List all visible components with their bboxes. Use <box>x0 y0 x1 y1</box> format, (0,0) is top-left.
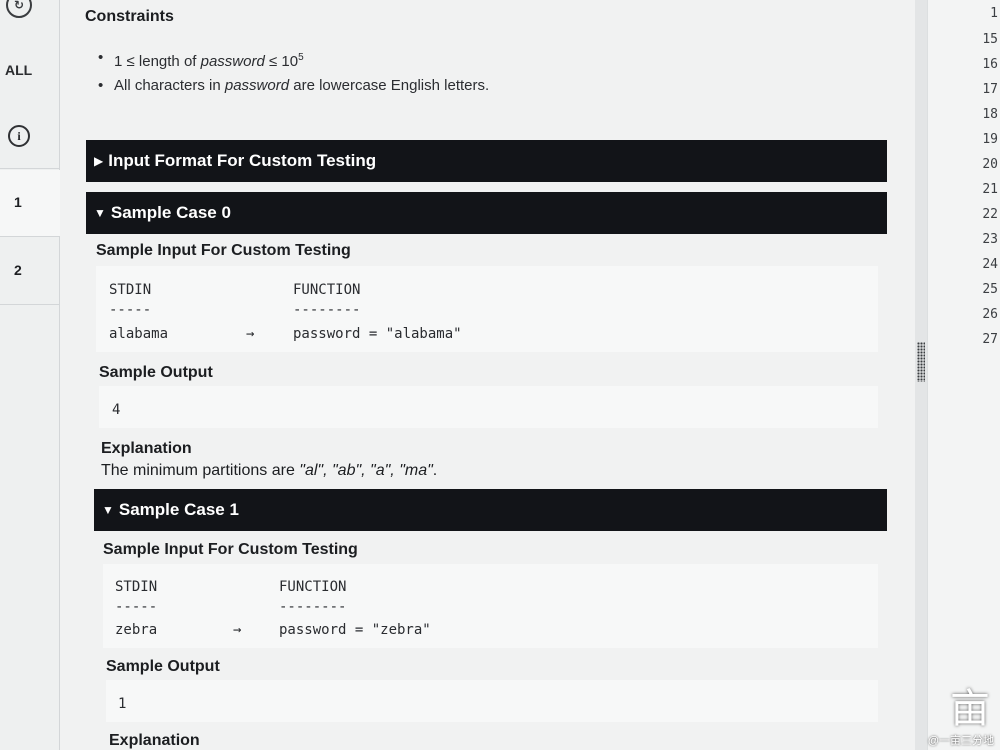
constraint-text: ≤ 10 <box>264 53 299 70</box>
sample-output-title: Sample Output <box>99 364 213 381</box>
line-number: 25 <box>982 282 998 297</box>
explanation-prefix: The minimum partitions are <box>101 462 300 479</box>
expanded-triangle-icon: ▼ <box>102 503 114 517</box>
function-value: password = "zebra" <box>279 622 431 638</box>
sample-case-1-label: Sample Case 1 <box>118 500 239 519</box>
line-number: 19 <box>982 132 998 147</box>
line-number: 18 <box>982 107 998 122</box>
info-icon[interactable]: i <box>8 125 30 147</box>
editor-line-gutter: 1 15 16 17 18 19 20 21 22 23 24 25 26 27 <box>927 0 1000 750</box>
explanation-text: The minimum partitions are "al", "ab", "… <box>101 462 437 480</box>
sample-case-0-label: Sample Case 0 <box>110 203 231 222</box>
line-number: 23 <box>982 232 998 247</box>
line-number: 26 <box>982 307 998 322</box>
sample-case-1-toggle[interactable]: ▼ Sample Case 1 <box>94 489 887 531</box>
sample-output-title: Sample Output <box>106 658 220 675</box>
constraint-text: are lowercase English letters. <box>289 77 490 94</box>
line-number: 24 <box>982 257 998 272</box>
input-format-toggle[interactable]: ▶ Input Format For Custom Testing <box>86 140 887 182</box>
explanation-parts: "al", "ab", "a", "ma" <box>299 462 433 479</box>
constraint-var: password <box>200 53 265 70</box>
constraint-exponent: 5 <box>298 52 304 63</box>
constraint-item: 1 ≤ length of password ≤ 105 <box>98 46 489 74</box>
nav-divider <box>0 168 60 169</box>
sample-input-title: Sample Input For Custom Testing <box>96 242 351 259</box>
input-format-label: Input Format For Custom Testing <box>108 151 377 170</box>
line-number: 1 <box>990 6 998 21</box>
function-rule: -------- <box>279 599 347 615</box>
line-number: 21 <box>982 182 998 197</box>
constraint-text: 1 ≤ length of <box>114 53 201 70</box>
nav-question-label: 2 <box>14 262 22 278</box>
stdin-rule: ----- <box>115 599 158 615</box>
line-number: 27 <box>982 332 998 347</box>
explanation-title: Explanation <box>101 440 192 457</box>
stdin-header: STDIN <box>115 579 158 595</box>
app-page: ↻ ALL i 1 2 Constraints 1 ≤ length of pa… <box>0 0 1000 750</box>
output-value: 4 <box>112 402 121 418</box>
explanation-title: Explanation <box>109 732 200 749</box>
nav-question-1[interactable]: 1 <box>0 170 60 236</box>
sample-output-block: 1 <box>106 680 878 722</box>
sample-input-block: STDIN FUNCTION ----- -------- zebra → pa… <box>103 564 878 648</box>
nav-question-label: 1 <box>14 194 22 210</box>
function-rule: -------- <box>293 302 361 318</box>
watermark-text: @一亩三分地 <box>927 735 994 747</box>
stdin-value: zebra <box>115 622 158 638</box>
explanation-suffix: . <box>432 462 438 479</box>
sample-input-block: STDIN FUNCTION ----- -------- alabama → … <box>96 266 878 352</box>
constraint-item: All characters in password are lowercase… <box>98 74 489 102</box>
expanded-triangle-icon: ▼ <box>94 206 106 220</box>
stdin-value: alabama <box>109 326 169 342</box>
line-number: 20 <box>982 157 998 172</box>
line-number: 15 <box>982 32 998 47</box>
sample-input-title: Sample Input For Custom Testing <box>103 541 358 558</box>
function-header: FUNCTION <box>293 282 361 298</box>
constraint-text: All characters in <box>114 77 225 94</box>
arrow-icon: → <box>233 622 242 638</box>
drag-grip-icon[interactable] <box>917 342 925 382</box>
constraints-list: 1 ≤ length of password ≤ 105 All charact… <box>98 46 489 102</box>
collapsed-triangle-icon: ▶ <box>94 154 104 168</box>
constraints-title: Constraints <box>85 8 174 25</box>
sample-case-0-toggle[interactable]: ▼ Sample Case 0 <box>86 192 887 234</box>
sample-output-block: 4 <box>99 386 878 428</box>
stdin-header: STDIN <box>109 282 152 298</box>
line-number: 22 <box>982 207 998 222</box>
constraint-var: password <box>224 77 290 94</box>
output-value: 1 <box>118 696 127 712</box>
arrow-icon: → <box>246 326 255 342</box>
function-header: FUNCTION <box>279 579 347 595</box>
nav-question-2[interactable]: 2 <box>0 238 60 304</box>
line-number: 16 <box>982 57 998 72</box>
refresh-icon[interactable]: ↻ <box>6 0 32 18</box>
question-nav: ↻ ALL i 1 2 <box>0 0 60 750</box>
stdin-rule: ----- <box>109 302 152 318</box>
watermark-logo: 亩 <box>950 686 990 732</box>
problem-content: Constraints 1 ≤ length of password ≤ 105… <box>60 0 915 750</box>
function-value: password = "alabama" <box>293 326 462 342</box>
nav-all-tab[interactable]: ALL <box>0 62 60 78</box>
nav-divider <box>0 236 60 237</box>
nav-divider <box>0 304 60 305</box>
line-number: 17 <box>982 82 998 97</box>
